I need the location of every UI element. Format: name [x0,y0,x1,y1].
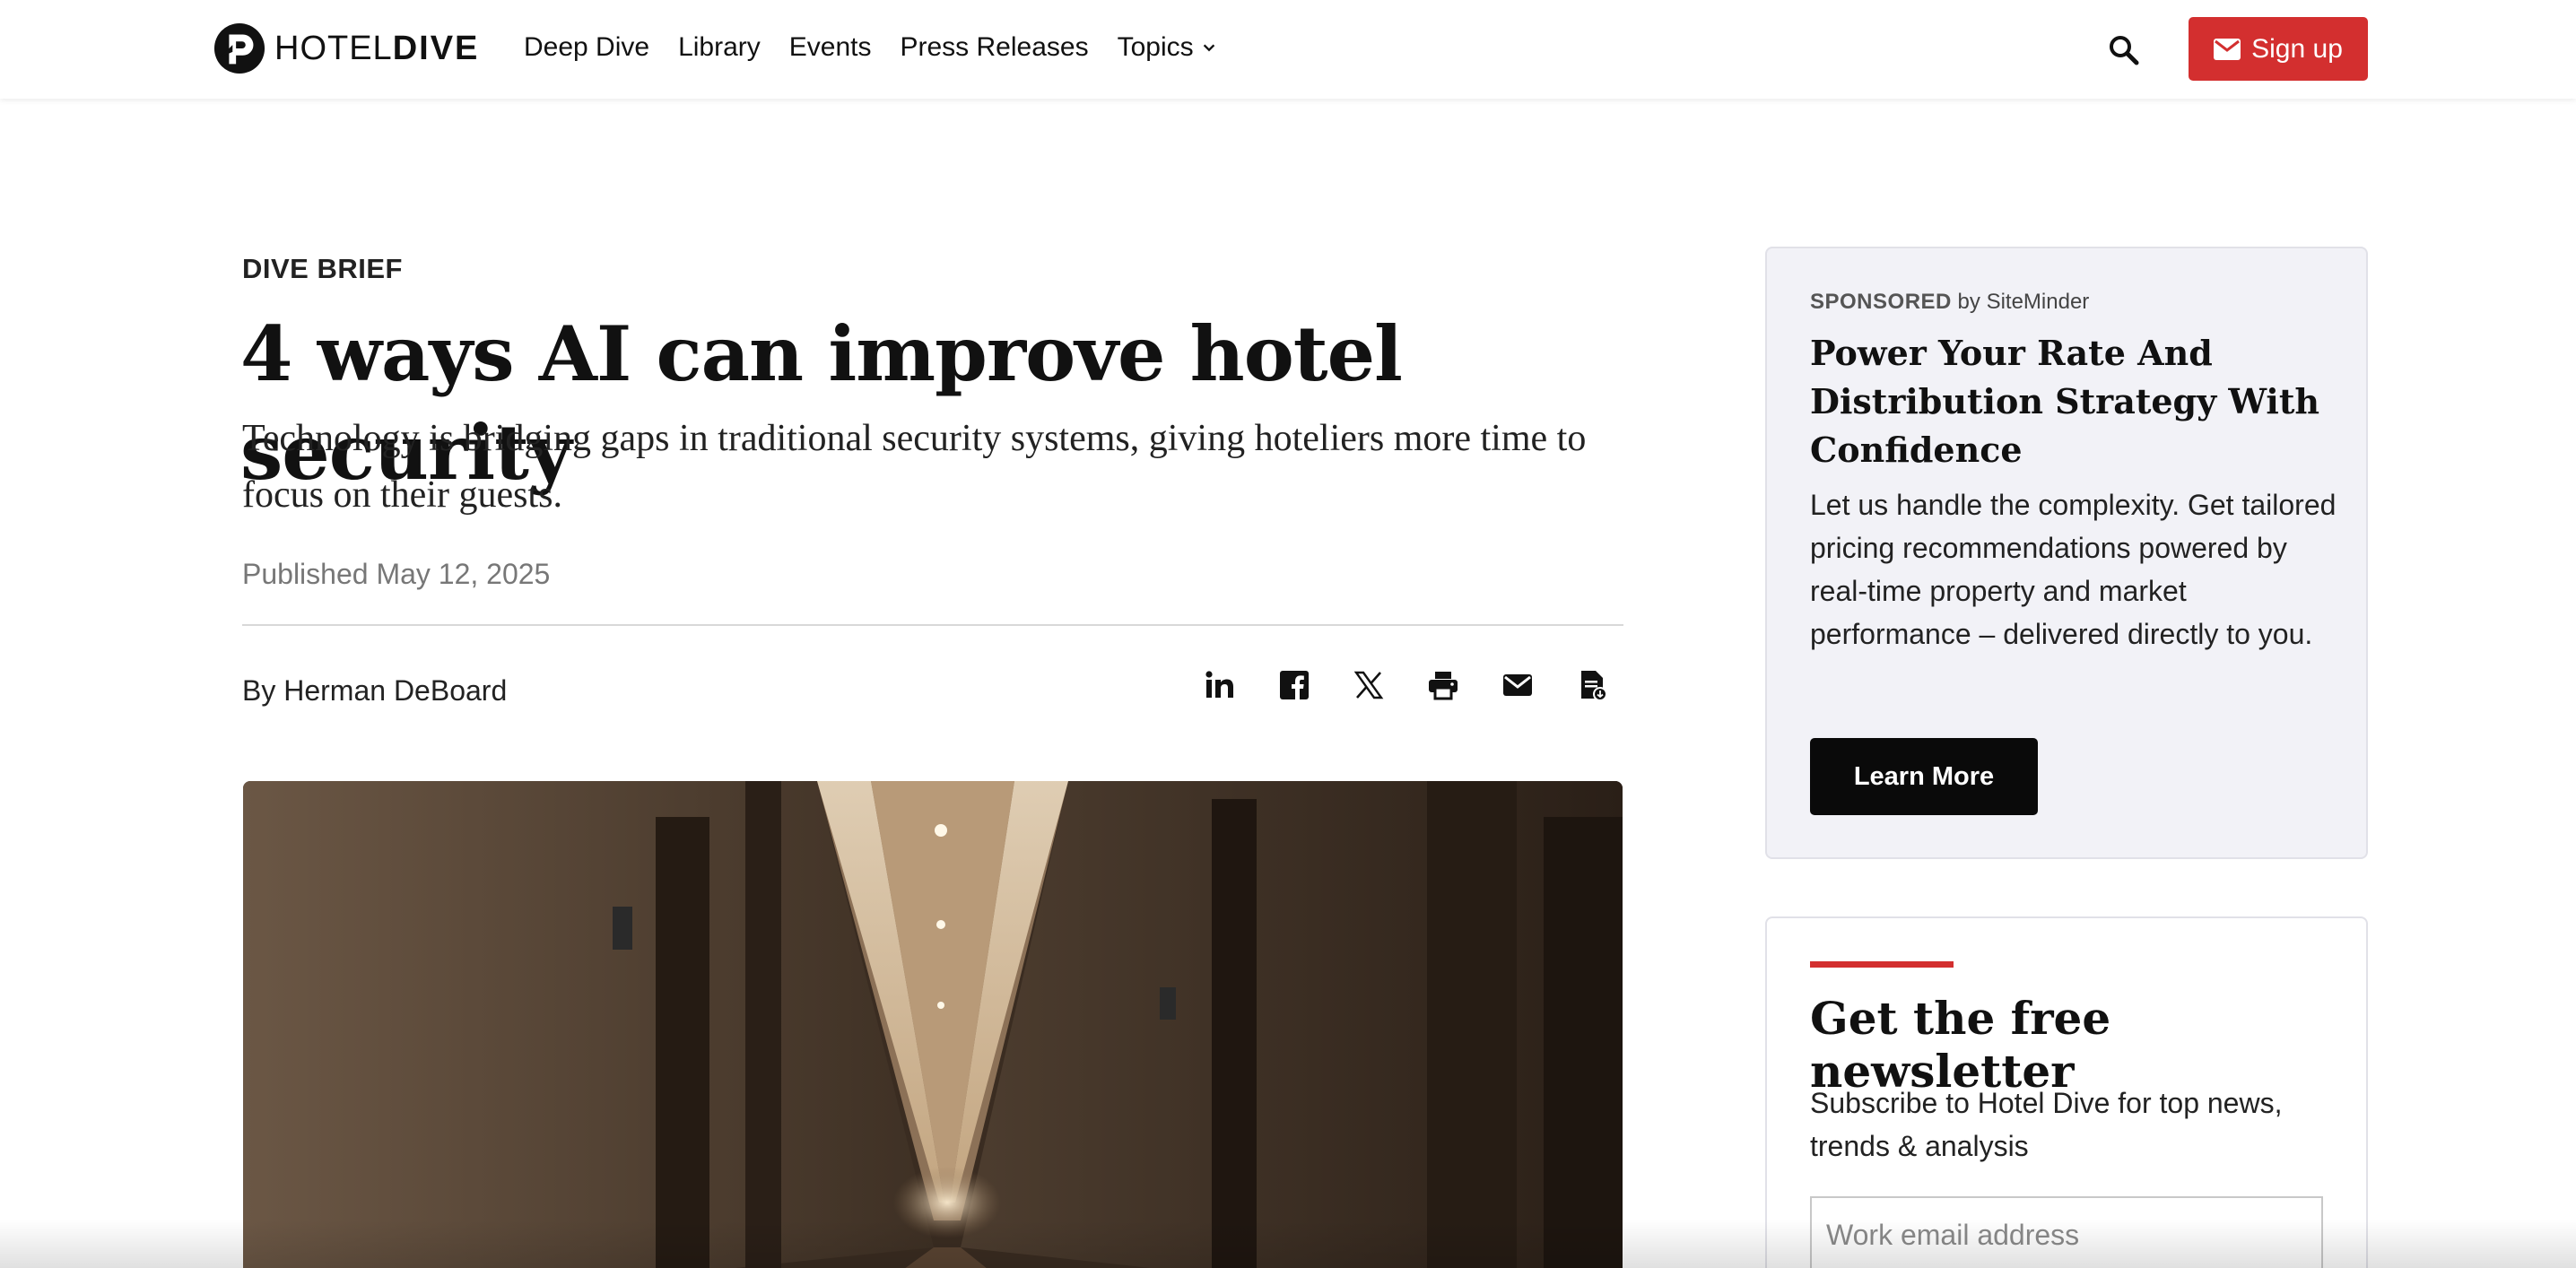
article-kicker: DIVE BRIEF [242,253,403,284]
sponsored-tag: SPONSORED by SiteMinder [1810,290,2089,315]
envelope-icon [2214,38,2241,60]
sponsored-label: SPONSORED [1810,290,1952,314]
site-header: HOTELDIVE Deep Dive Library Events Press… [0,0,2576,99]
save-pdf-button[interactable] [1574,667,1610,703]
article-dek: Technology is bridging gaps in tradition… [242,418,1587,516]
signup-label: Sign up [2251,33,2343,64]
nav-item-events[interactable]: Events [789,32,872,63]
accent-bar [1810,961,1954,968]
print-icon [1429,672,1458,700]
x-icon [1353,671,1384,699]
logo-word-dive: DIVE [392,29,480,67]
email-share-button[interactable] [1500,667,1536,703]
search-icon[interactable] [2108,34,2140,66]
logo-wordmark: HOTELDIVE [274,30,479,68]
newsletter-card: Get the free newsletter Subscribe to Hot… [1765,916,2368,1268]
byline: By Herman DeBoard [242,674,508,707]
hero-image-hotel-corridor [243,781,1623,1268]
nav-item-deep-dive[interactable]: Deep Dive [524,32,649,63]
published-date: Published May 12, 2025 [242,558,551,590]
share-bar [1202,667,1610,703]
learn-more-button[interactable]: Learn More [1810,738,2038,815]
sponsored-card: SPONSORED by SiteMinder Power Your Rate … [1765,247,2368,859]
divider [242,624,1623,626]
main-nav: Deep Dive Library Events Press Releases … [524,27,1246,68]
logo-mark-icon [213,22,265,74]
chevron-down-icon [1203,44,1214,52]
nav-item-topics-label: Topics [1117,32,1194,62]
hotel-dive-logo[interactable]: HOTELDIVE [213,22,479,75]
sponsored-body: Let us handle the complexity. Get tailor… [1810,489,2337,650]
linkedin-share-button[interactable] [1202,667,1238,703]
email-icon [1503,674,1532,696]
x-share-button[interactable] [1351,667,1387,703]
print-button[interactable] [1425,667,1461,703]
nav-item-press-releases[interactable]: Press Releases [901,32,1089,63]
logo-word-hotel: HOTEL [274,29,393,67]
linkedin-icon [1205,671,1233,698]
signup-button[interactable]: Sign up [2189,17,2368,81]
document-icon [1581,671,1607,701]
sponsored-title[interactable]: Power Your Rate And Distribution Strateg… [1810,329,2330,474]
hotel-corridor-photo [243,781,1623,1268]
newsletter-body: Subscribe to Hotel Dive for top news, tr… [1810,1087,2283,1162]
nav-item-topics[interactable]: Topics [1118,32,1217,63]
sponsor-name: by SiteMinder [1957,290,2090,314]
facebook-icon [1280,671,1309,699]
nav-item-library[interactable]: Library [678,32,761,63]
email-field[interactable] [1810,1196,2323,1268]
facebook-share-button[interactable] [1276,667,1312,703]
